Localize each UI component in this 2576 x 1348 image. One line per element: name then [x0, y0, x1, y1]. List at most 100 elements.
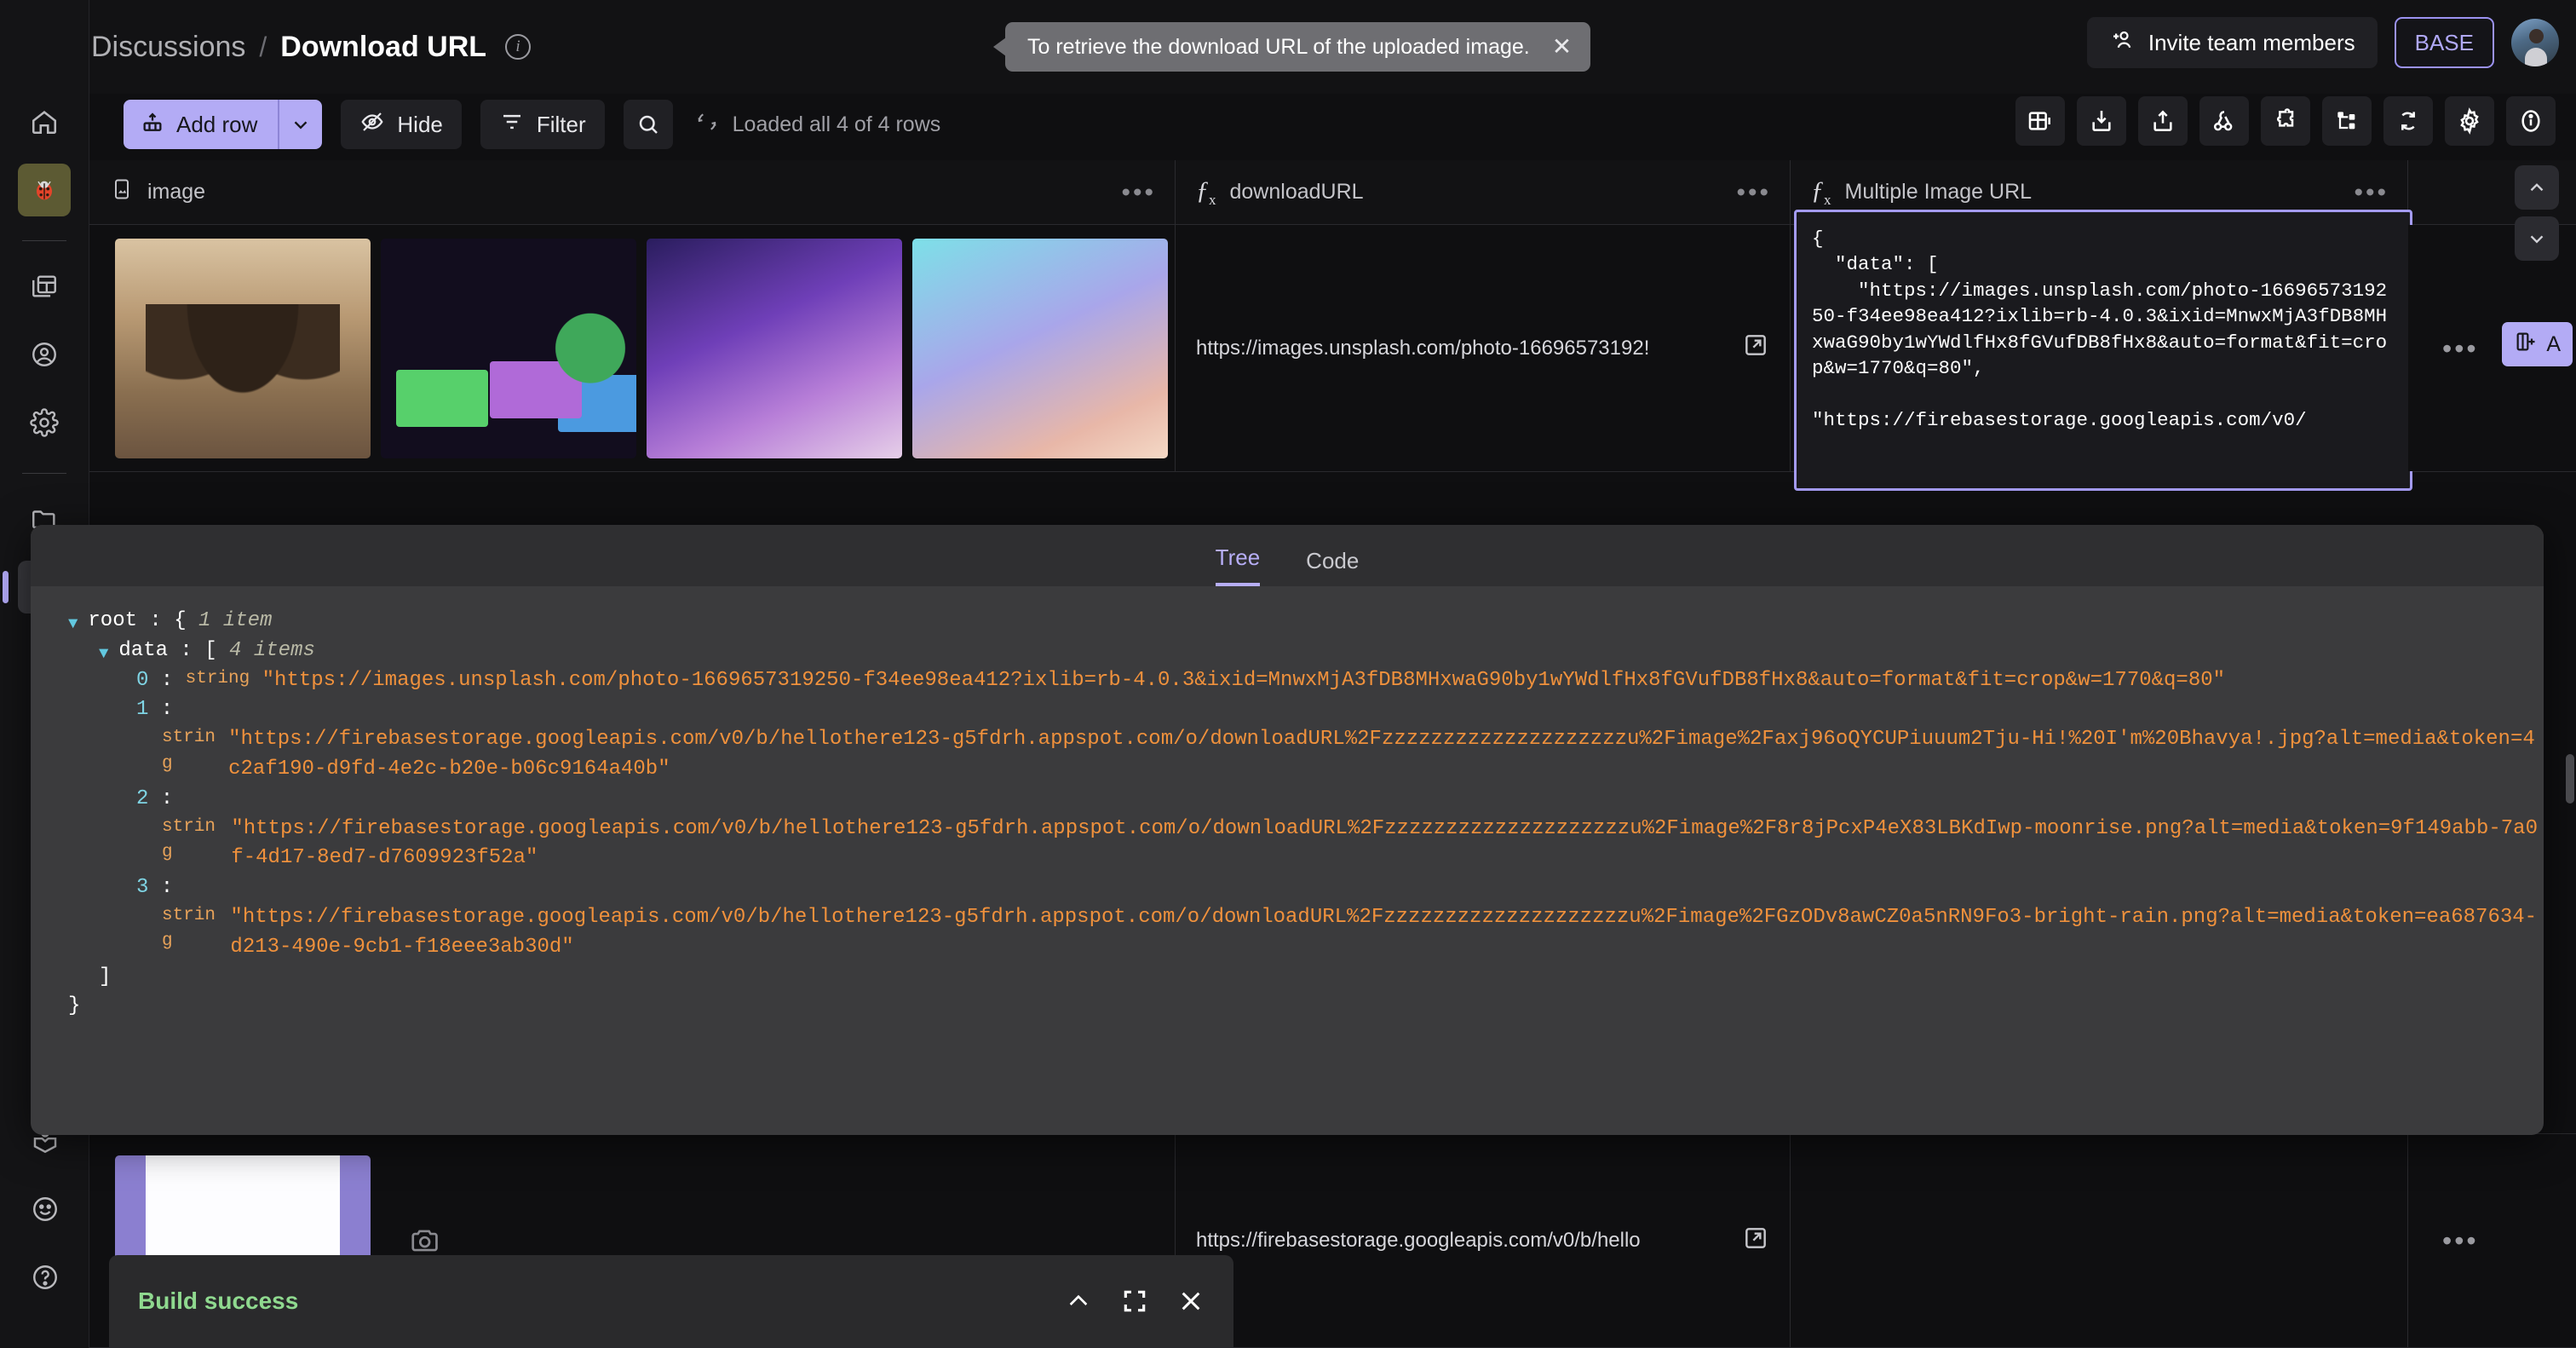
- cell-value: https://images.unsplash.com/photo-166965…: [1196, 336, 1650, 360]
- external-link-icon[interactable]: [1742, 331, 1769, 365]
- cell-multiple-image-url[interactable]: { "data": [ "https://images.unsplash.com…: [1791, 210, 2412, 491]
- info-icon[interactable]: [2506, 96, 2556, 146]
- table-row: https://images.unsplash.com/photo-166965…: [89, 210, 2576, 491]
- header-actions: Invite team members BASE: [2086, 17, 2559, 68]
- scroll-down-button[interactable]: [2515, 216, 2559, 261]
- close-icon[interactable]: [1177, 1288, 1205, 1315]
- toolbar-icon-group: [2015, 96, 2556, 146]
- sidebar-item-debug[interactable]: [18, 164, 71, 216]
- cell-download-url[interactable]: https://firebasestorage.googleapis.com/v…: [1176, 1134, 1791, 1347]
- scroll-up-button[interactable]: [2515, 165, 2559, 210]
- json-item-1-value-row: string "https://firebasestorage.googleap…: [68, 725, 2544, 785]
- hide-fields-button[interactable]: Hide: [341, 100, 462, 149]
- json-item-3-index[interactable]: 3 :: [68, 873, 2544, 903]
- json-root-node[interactable]: ▼ root : { 1 item: [68, 607, 2544, 637]
- sync-icon[interactable]: [2383, 96, 2433, 146]
- column-header-image[interactable]: image •••: [89, 160, 1176, 224]
- fullscreen-icon[interactable]: [1121, 1288, 1148, 1315]
- add-column-button[interactable]: A: [2502, 322, 2573, 366]
- add-row-button[interactable]: Add row: [124, 100, 323, 149]
- external-link-icon[interactable]: [1742, 1224, 1769, 1258]
- json-tree: ▼ root : { 1 item ▼ data : [ 4 items 0 :…: [31, 586, 2544, 1022]
- tab-code[interactable]: Code: [1306, 548, 1359, 586]
- base-button[interactable]: BASE: [2394, 17, 2494, 68]
- json-item-2-index[interactable]: 2 :: [68, 785, 2544, 815]
- chevron-down-icon[interactable]: [278, 100, 322, 149]
- cell-scroll-nav: [2515, 165, 2559, 261]
- json-root-key: root: [88, 609, 138, 632]
- add-person-icon: [2109, 27, 2135, 59]
- panel-resize-handle[interactable]: [2566, 754, 2574, 804]
- cell-multiple-image-url[interactable]: [1791, 1134, 2408, 1347]
- add-image-icon[interactable]: [393, 1224, 457, 1257]
- json-close-bracket-text: ]: [99, 965, 112, 988]
- json-cell-editor[interactable]: { "data": [ "https://images.unsplash.com…: [1794, 210, 2412, 491]
- hierarchy-icon[interactable]: [2322, 96, 2372, 146]
- cell-image[interactable]: [89, 225, 1219, 471]
- sidebar-item-feedback[interactable]: [19, 1183, 72, 1236]
- row-menu-icon[interactable]: •••: [2442, 1227, 2479, 1254]
- json-root-count: 1 item: [198, 609, 273, 632]
- thumbnail-image[interactable]: [647, 238, 902, 458]
- tab-tree[interactable]: Tree: [1215, 544, 1261, 586]
- sidebar-item-help[interactable]: [19, 1251, 72, 1304]
- json-item-0[interactable]: 0 : string "https://images.unsplash.com/…: [68, 666, 2544, 696]
- refresh-icon: [695, 110, 719, 140]
- json-item-3-value-row: string "https://firebasestorage.googleap…: [68, 903, 2544, 963]
- sidebar-item-home[interactable]: [18, 95, 71, 148]
- sidebar-item-settings[interactable]: [18, 396, 71, 449]
- json-item-type: string: [185, 668, 250, 688]
- json-item-2-value-row: string "https://firebasestorage.googleap…: [68, 815, 2544, 874]
- column-label: image: [147, 180, 206, 204]
- thumbnail-image[interactable]: [912, 238, 1168, 458]
- upload-icon[interactable]: [2138, 96, 2188, 146]
- json-item-index: 3: [136, 876, 149, 900]
- thumbnail-image[interactable]: [381, 238, 636, 458]
- page-title: Download URL: [280, 30, 487, 63]
- chevron-down-icon[interactable]: ▼: [99, 642, 108, 666]
- chevron-up-icon[interactable]: [1065, 1288, 1092, 1315]
- invite-team-members-button[interactable]: Invite team members: [2086, 17, 2378, 68]
- filter-label: Filter: [536, 111, 586, 137]
- add-row-main[interactable]: Add row: [124, 100, 278, 149]
- filter-button[interactable]: Filter: [480, 100, 605, 149]
- sidebar-item-account[interactable]: [18, 328, 71, 381]
- column-menu-icon[interactable]: •••: [1121, 180, 1156, 205]
- json-item-1-index[interactable]: 1 :: [68, 695, 2544, 725]
- add-row-icon: [141, 111, 164, 139]
- download-icon[interactable]: [2077, 96, 2126, 146]
- column-menu-icon[interactable]: •••: [1736, 180, 1771, 205]
- json-close-brace-text: }: [68, 994, 81, 1018]
- table-sidebar-icon[interactable]: [2015, 96, 2065, 146]
- json-viewer-panel: Tree Code ▼ root : { 1 item ▼ data : [ 4…: [31, 525, 2544, 1135]
- column-header-downloadurl[interactable]: ƒx downloadURL •••: [1176, 160, 1791, 224]
- chevron-down-icon[interactable]: ▼: [68, 613, 78, 637]
- filter-icon: [499, 109, 525, 141]
- invite-label: Invite team members: [2148, 29, 2355, 55]
- json-data-bracket: [: [204, 638, 217, 662]
- info-icon[interactable]: i: [505, 34, 532, 60]
- avatar[interactable]: [2511, 19, 2559, 66]
- webhook-icon[interactable]: [2199, 96, 2249, 146]
- fx-icon: ƒx: [1196, 176, 1216, 208]
- json-item-index: 1: [136, 698, 149, 722]
- search-icon[interactable]: [623, 100, 673, 149]
- tooltip-text: To retrieve the download URL of the uplo…: [1027, 34, 1530, 59]
- column-menu-icon[interactable]: •••: [2354, 180, 2389, 205]
- json-data-node[interactable]: ▼ data : [ 4 items: [68, 637, 2544, 666]
- json-data-count: 4 items: [229, 638, 315, 662]
- sidebar-divider: [22, 240, 66, 241]
- plugin-icon[interactable]: [2261, 96, 2310, 146]
- row-menu-icon[interactable]: •••: [2442, 335, 2479, 362]
- breadcrumb-parent[interactable]: Discussions: [91, 31, 245, 64]
- cell-download-url[interactable]: https://images.unsplash.com/photo-166965…: [1176, 225, 1791, 471]
- close-icon[interactable]: ✕: [1552, 35, 1572, 59]
- sidebar-item-tables[interactable]: [18, 260, 71, 313]
- grid-body: https://images.unsplash.com/photo-166965…: [89, 210, 2576, 491]
- thumbnail-image[interactable]: [115, 238, 371, 458]
- add-row-label: Add row: [176, 111, 258, 137]
- json-close-bracket: ]: [68, 963, 2544, 993]
- json-close-brace: }: [68, 992, 2544, 1022]
- column-label: Multiple Image URL: [1844, 180, 2033, 204]
- gear-icon[interactable]: [2445, 96, 2494, 146]
